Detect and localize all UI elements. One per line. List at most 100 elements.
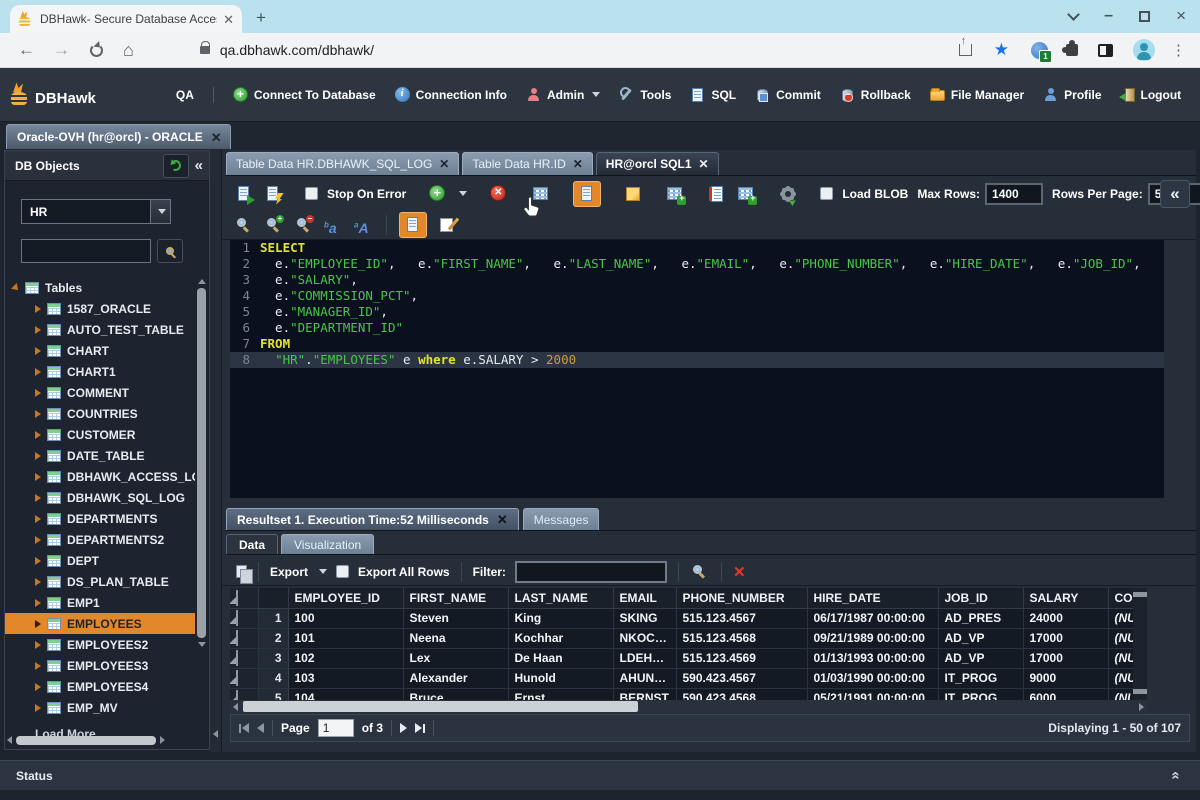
grid-cell[interactable]: 17000 — [1023, 628, 1108, 648]
row-select-cell[interactable] — [230, 628, 258, 648]
browser-menu-icon[interactable]: ⋮ — [1171, 41, 1186, 59]
tree-item-employees[interactable]: EMPLOYEES — [5, 613, 195, 634]
column-header-hire_date[interactable]: HIRE_DATE — [807, 588, 938, 608]
grid-cell[interactable]: Ernst — [508, 688, 613, 700]
chevron-down-icon[interactable] — [150, 200, 170, 223]
menu-item-admin[interactable]: Admin — [526, 87, 600, 102]
column-header-first_name[interactable]: FIRST_NAME — [403, 588, 508, 608]
grid-cell[interactable]: AD_VP — [938, 648, 1023, 668]
tree-item-employees2[interactable]: EMPLOYEES2 — [5, 634, 195, 655]
grid-cell[interactable]: SKING — [613, 608, 676, 628]
zoom-in-icon[interactable]: + — [264, 215, 284, 235]
notebook-icon[interactable] — [707, 184, 727, 204]
tree-item-dbhawk_sql_log[interactable]: DBHAWK_SQL_LOG — [5, 487, 195, 508]
row-select-cell[interactable] — [230, 688, 258, 700]
scrollbar-thumb[interactable] — [16, 736, 156, 745]
lowercase-icon[interactable]: ba — [324, 215, 344, 235]
doc-tab-1[interactable]: Table Data HR.DBHAWK_SQL_LOG✕ — [226, 152, 459, 175]
collapsed-triangle-icon[interactable] — [35, 536, 41, 544]
tab-visualization[interactable]: Visualization — [281, 534, 374, 554]
tab-close-icon[interactable]: ✕ — [223, 13, 234, 26]
grid-cell[interactable]: 515.123.4567 — [676, 608, 807, 628]
menu-item-file-manager[interactable]: File Manager — [930, 88, 1024, 102]
new-tab-button[interactable]: + — [256, 8, 266, 28]
collapsed-triangle-icon[interactable] — [35, 662, 41, 670]
tree-item-employees4[interactable]: EMPLOYEES4 — [5, 676, 195, 697]
menu-item-connect-to-database[interactable]: Connect To Database — [233, 87, 376, 102]
url-text[interactable]: qa.dbhawk.com/dbhawk/ — [220, 42, 959, 58]
collapsed-triangle-icon[interactable] — [35, 620, 41, 628]
grid-cell[interactable]: NKOCHHAR — [613, 628, 676, 648]
grid-horizontal-scrollbar[interactable] — [230, 700, 1147, 713]
collapsed-triangle-icon[interactable] — [35, 326, 41, 334]
collapsed-triangle-icon[interactable] — [35, 452, 41, 460]
tree-item-tables[interactable]: Tables — [5, 277, 195, 298]
grid-cell[interactable]: 102 — [288, 648, 403, 668]
grid-cell[interactable]: 101 — [288, 628, 403, 648]
checkbox-icon[interactable] — [236, 670, 238, 686]
back-icon[interactable]: ← — [18, 40, 35, 60]
right-collapse-button[interactable]: « — [1160, 180, 1190, 208]
menu-item-tools[interactable]: Tools — [619, 87, 671, 102]
tab-data[interactable]: Data — [226, 534, 278, 554]
table-add-icon[interactable] — [665, 184, 685, 204]
grid-cell[interactable]: 01/13/1993 00:00:00 — [807, 648, 938, 668]
grid-cell[interactable]: Bruce — [403, 688, 508, 700]
grid-cell[interactable]: Steven — [403, 608, 508, 628]
collapsed-triangle-icon[interactable] — [35, 389, 41, 397]
schema-select[interactable]: HR — [21, 199, 171, 224]
grid-cell[interactable]: 103 — [288, 668, 403, 688]
collapsed-triangle-icon[interactable] — [35, 557, 41, 565]
grid-cell[interactable]: Hunold — [508, 668, 613, 688]
tree-item-departments2[interactable]: DEPARTMENTS2 — [5, 529, 195, 550]
grid-cell[interactable]: 6000 — [1023, 688, 1108, 700]
grid-cell[interactable]: Kochhar — [508, 628, 613, 648]
editor-line-7[interactable]: 7FROM — [230, 336, 1164, 352]
scroll-down-icon[interactable] — [198, 642, 206, 647]
status-collapse-icon[interactable]: « — [1167, 771, 1184, 779]
grid-cell[interactable]: 9000 — [1023, 668, 1108, 688]
window-chevron-icon[interactable] — [1067, 8, 1080, 21]
doc-tab-3[interactable]: HR@orcl SQL1✕ — [596, 152, 719, 175]
filter-input[interactable] — [515, 561, 667, 583]
sidebar-search-button[interactable] — [157, 239, 183, 263]
grid-cell[interactable]: 104 — [288, 688, 403, 700]
doc-tab-close-icon[interactable]: ✕ — [573, 157, 583, 171]
scrollbar-thumb[interactable] — [197, 288, 206, 638]
grid-cell[interactable]: (NULL) — [1108, 608, 1133, 628]
select-all-header[interactable] — [230, 588, 258, 608]
grid-cell[interactable]: Alexander — [403, 668, 508, 688]
grid-cell[interactable]: (NULL) — [1108, 688, 1133, 700]
checkbox-icon[interactable] — [236, 650, 238, 666]
grid-cell[interactable]: LDEHAAN — [613, 648, 676, 668]
refresh-button[interactable] — [163, 154, 189, 178]
share-icon[interactable] — [959, 44, 972, 56]
editor-line-6[interactable]: 6 e."DEPARTMENT_ID" — [230, 320, 1164, 336]
collapsed-triangle-icon[interactable] — [35, 305, 41, 313]
tree-item-date_table[interactable]: DATE_TABLE — [5, 445, 195, 466]
grid-cell[interactable]: AD_PRES — [938, 608, 1023, 628]
panel-splitter[interactable] — [210, 150, 222, 752]
profile-avatar[interactable] — [1133, 39, 1155, 61]
collapsed-triangle-icon[interactable] — [35, 494, 41, 502]
collapsed-triangle-icon[interactable] — [35, 473, 41, 481]
load-blob-checkbox[interactable] — [820, 187, 833, 200]
tree-vertical-scrollbar[interactable] — [196, 279, 207, 723]
window-close-icon[interactable]: × — [1176, 6, 1186, 26]
next-page-button[interactable] — [400, 723, 407, 733]
tree-item-comment[interactable]: COMMENT — [5, 382, 195, 403]
expanded-triangle-icon[interactable] — [11, 283, 21, 293]
grid-cell[interactable]: AD_VP — [938, 628, 1023, 648]
cancel-icon[interactable] — [489, 184, 509, 204]
tree-item-1587_oracle[interactable]: 1587_ORACLE — [5, 298, 195, 319]
side-panel-icon[interactable] — [1098, 44, 1113, 57]
column-header-phone_number[interactable]: PHONE_NUMBER — [676, 588, 807, 608]
grid-cell[interactable]: IT_PROG — [938, 668, 1023, 688]
chevron-down-icon[interactable] — [319, 569, 327, 574]
scrollbar-thumb[interactable] — [243, 701, 638, 712]
tree-item-emp1[interactable]: EMP1 — [5, 592, 195, 613]
tree-item-auto_test_table[interactable]: AUTO_TEST_TABLE — [5, 319, 195, 340]
collapsed-triangle-icon[interactable] — [35, 599, 41, 607]
previous-page-button[interactable] — [257, 723, 264, 733]
export-button[interactable]: Export — [270, 565, 308, 579]
